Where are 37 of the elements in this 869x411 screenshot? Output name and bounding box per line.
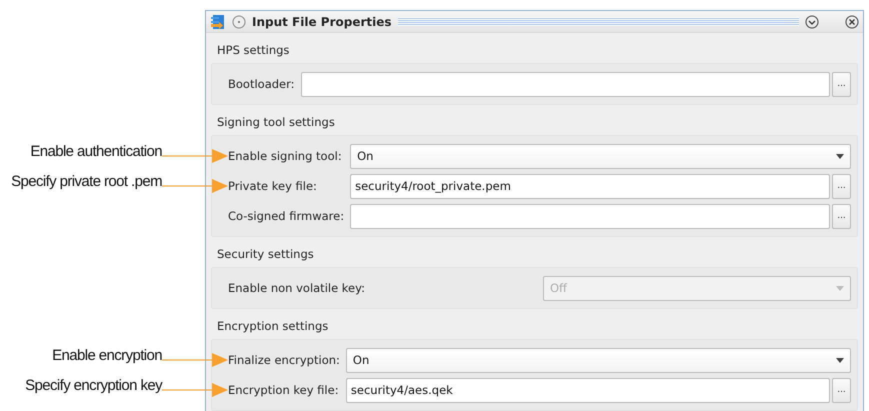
callout-text: Enable encryption xyxy=(52,346,162,364)
window-title: Input File Properties xyxy=(252,14,392,28)
file-path-field[interactable] xyxy=(350,204,830,228)
section-heading: Security settings xyxy=(216,246,315,263)
collapse-icon[interactable] xyxy=(805,14,819,28)
close-icon[interactable] xyxy=(845,14,859,28)
file-path-field[interactable]: security4/root_private.pem xyxy=(350,174,830,198)
file-path-field[interactable] xyxy=(300,72,830,96)
field-label: Enable non volatile key: xyxy=(228,281,365,295)
callout-text: Enable authentication xyxy=(30,142,162,160)
document-icon xyxy=(210,14,226,30)
dropdown[interactable]: On xyxy=(350,144,851,168)
field-label: Enable signing tool: xyxy=(228,149,342,163)
section-heading: Signing tool settings xyxy=(216,114,336,131)
field-label: Finalize encryption: xyxy=(228,353,340,367)
window-menu-icon[interactable] xyxy=(232,14,246,28)
browse-button[interactable]: ... xyxy=(832,204,851,228)
browse-button[interactable]: ... xyxy=(832,174,851,198)
caret-icon xyxy=(836,154,844,158)
browse-button[interactable]: ... xyxy=(832,72,851,96)
dropdown[interactable]: On xyxy=(346,348,851,372)
browse-button[interactable]: ... xyxy=(832,378,851,402)
section-heading: HPS settings xyxy=(216,42,290,59)
field-label: Bootloader: xyxy=(228,77,295,91)
field-label: Encryption key file: xyxy=(228,383,339,397)
callout-arrow xyxy=(162,353,228,367)
callout-text: Specify encryption key xyxy=(25,376,162,394)
caret-icon xyxy=(836,358,844,362)
callout-arrow xyxy=(162,383,228,397)
field-label: Private key file: xyxy=(228,179,317,193)
callout-text: Specify private root .pem xyxy=(11,172,162,190)
file-path-field[interactable]: security4/aes.qek xyxy=(346,378,830,402)
callout-arrow xyxy=(162,179,228,193)
field-label: Co-signed firmware: xyxy=(228,209,344,223)
caret-icon xyxy=(836,286,844,290)
callout-arrow xyxy=(162,149,228,163)
section-heading: Encryption settings xyxy=(216,318,330,335)
